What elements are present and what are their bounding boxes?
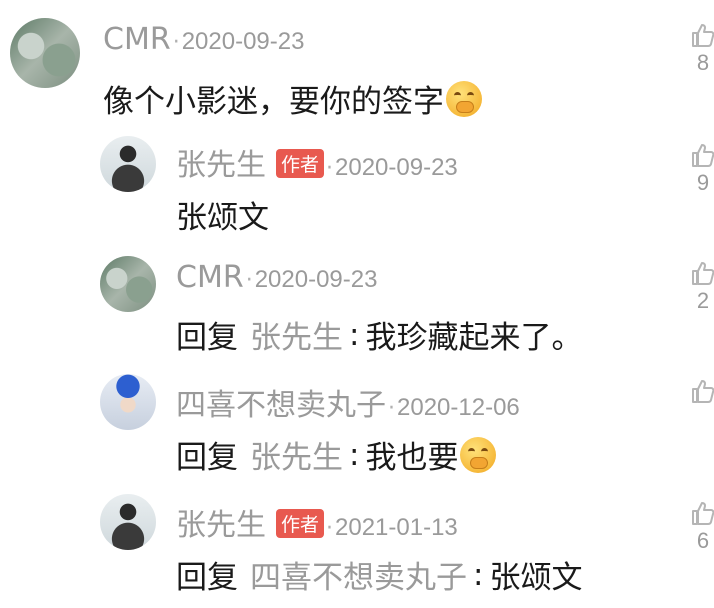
- separator-dot: ·: [172, 30, 180, 55]
- user-avatar[interactable]: [10, 18, 80, 88]
- comment-text-row: 回复 张先生 : 我也要: [176, 432, 497, 477]
- thumbs-up-icon: [692, 24, 714, 47]
- comment-date: 2020-09-23: [335, 154, 458, 181]
- comment-item: CMR · 2020-09-23 像个小影迷，要你的签字 8: [0, 0, 714, 130]
- covering-mouth-emoji-icon: [460, 436, 497, 473]
- reply-target-username[interactable]: 张先生: [250, 432, 343, 477]
- covering-mouth-emoji-icon: [446, 80, 482, 117]
- like-count: 9: [696, 170, 710, 195]
- reply-label: 回复: [176, 440, 238, 476]
- separator-dot: ·: [326, 156, 334, 181]
- like-button[interactable]: 2: [688, 260, 714, 314]
- comment-text-row: 回复 张先生 : 我珍藏起来了。: [176, 312, 582, 357]
- reply-item: 四喜不想卖丸子 · 2020-12-06 回复 张先生 : 我也要: [0, 360, 714, 480]
- separator-dot: ·: [388, 396, 395, 421]
- user-avatar[interactable]: [100, 494, 156, 550]
- comment-text-row: 像个小影迷，要你的签字: [103, 76, 482, 121]
- separator-dot: ·: [326, 516, 334, 541]
- comment-date: 2020-09-23: [254, 266, 378, 293]
- like-count: 8: [696, 50, 710, 75]
- like-button[interactable]: 8: [688, 22, 714, 76]
- thumbs-up-icon: [692, 502, 714, 525]
- comment-username[interactable]: CMR: [103, 22, 171, 57]
- reply-item: 张先生 作者 · 2021-01-13 回复 四喜不想卖丸子 : 张颂文 6: [0, 480, 714, 608]
- comment-username[interactable]: CMR: [176, 260, 244, 295]
- thumbs-up-icon: [692, 144, 714, 167]
- thumbs-up-icon: [692, 380, 714, 403]
- user-avatar[interactable]: [100, 256, 156, 312]
- reply-colon: :: [349, 316, 360, 353]
- comment-text: 像个小影迷，要你的签字: [103, 84, 444, 120]
- comment-username[interactable]: 四喜不想卖丸子: [176, 380, 386, 424]
- author-badge: 作者: [276, 509, 325, 538]
- reply-item: CMR · 2020-09-23 回复 张先生 : 我珍藏起来了。 2: [0, 240, 714, 360]
- separator-dot: ·: [245, 268, 253, 293]
- reply-label: 回复: [176, 560, 238, 596]
- comment-username[interactable]: 张先生: [176, 500, 266, 544]
- reply-target-username[interactable]: 四喜不想卖丸子: [250, 552, 467, 597]
- reply-target-username[interactable]: 张先生: [250, 312, 343, 357]
- thumbs-up-icon: [692, 262, 714, 285]
- comment-text-row: 张颂文: [176, 192, 269, 237]
- like-button[interactable]: [688, 378, 714, 406]
- reply-colon: :: [349, 436, 360, 473]
- comment-text: 张颂文: [489, 560, 583, 596]
- like-button[interactable]: 9: [688, 142, 714, 196]
- user-avatar[interactable]: [100, 374, 156, 430]
- author-badge: 作者: [276, 149, 325, 178]
- like-count: 6: [696, 528, 710, 553]
- like-button[interactable]: 6: [688, 500, 714, 554]
- comment-date: 2021-01-13: [335, 514, 458, 541]
- comment-date: 2020-09-23: [181, 28, 305, 55]
- reply-label: 回复: [176, 320, 238, 356]
- comment-username[interactable]: 张先生: [176, 140, 266, 184]
- like-count: 2: [696, 288, 710, 313]
- reply-colon: :: [473, 556, 484, 593]
- user-avatar[interactable]: [100, 136, 156, 192]
- comment-text: 张颂文: [176, 200, 269, 236]
- comment-date: 2020-12-06: [397, 394, 520, 421]
- reply-item: 张先生 作者 · 2020-09-23 张颂文 9: [0, 130, 714, 240]
- comment-text-row: 回复 四喜不想卖丸子 : 张颂文: [176, 552, 582, 597]
- comment-text: 我也要: [365, 440, 459, 476]
- comment-text: 我珍藏起来了。: [365, 320, 583, 356]
